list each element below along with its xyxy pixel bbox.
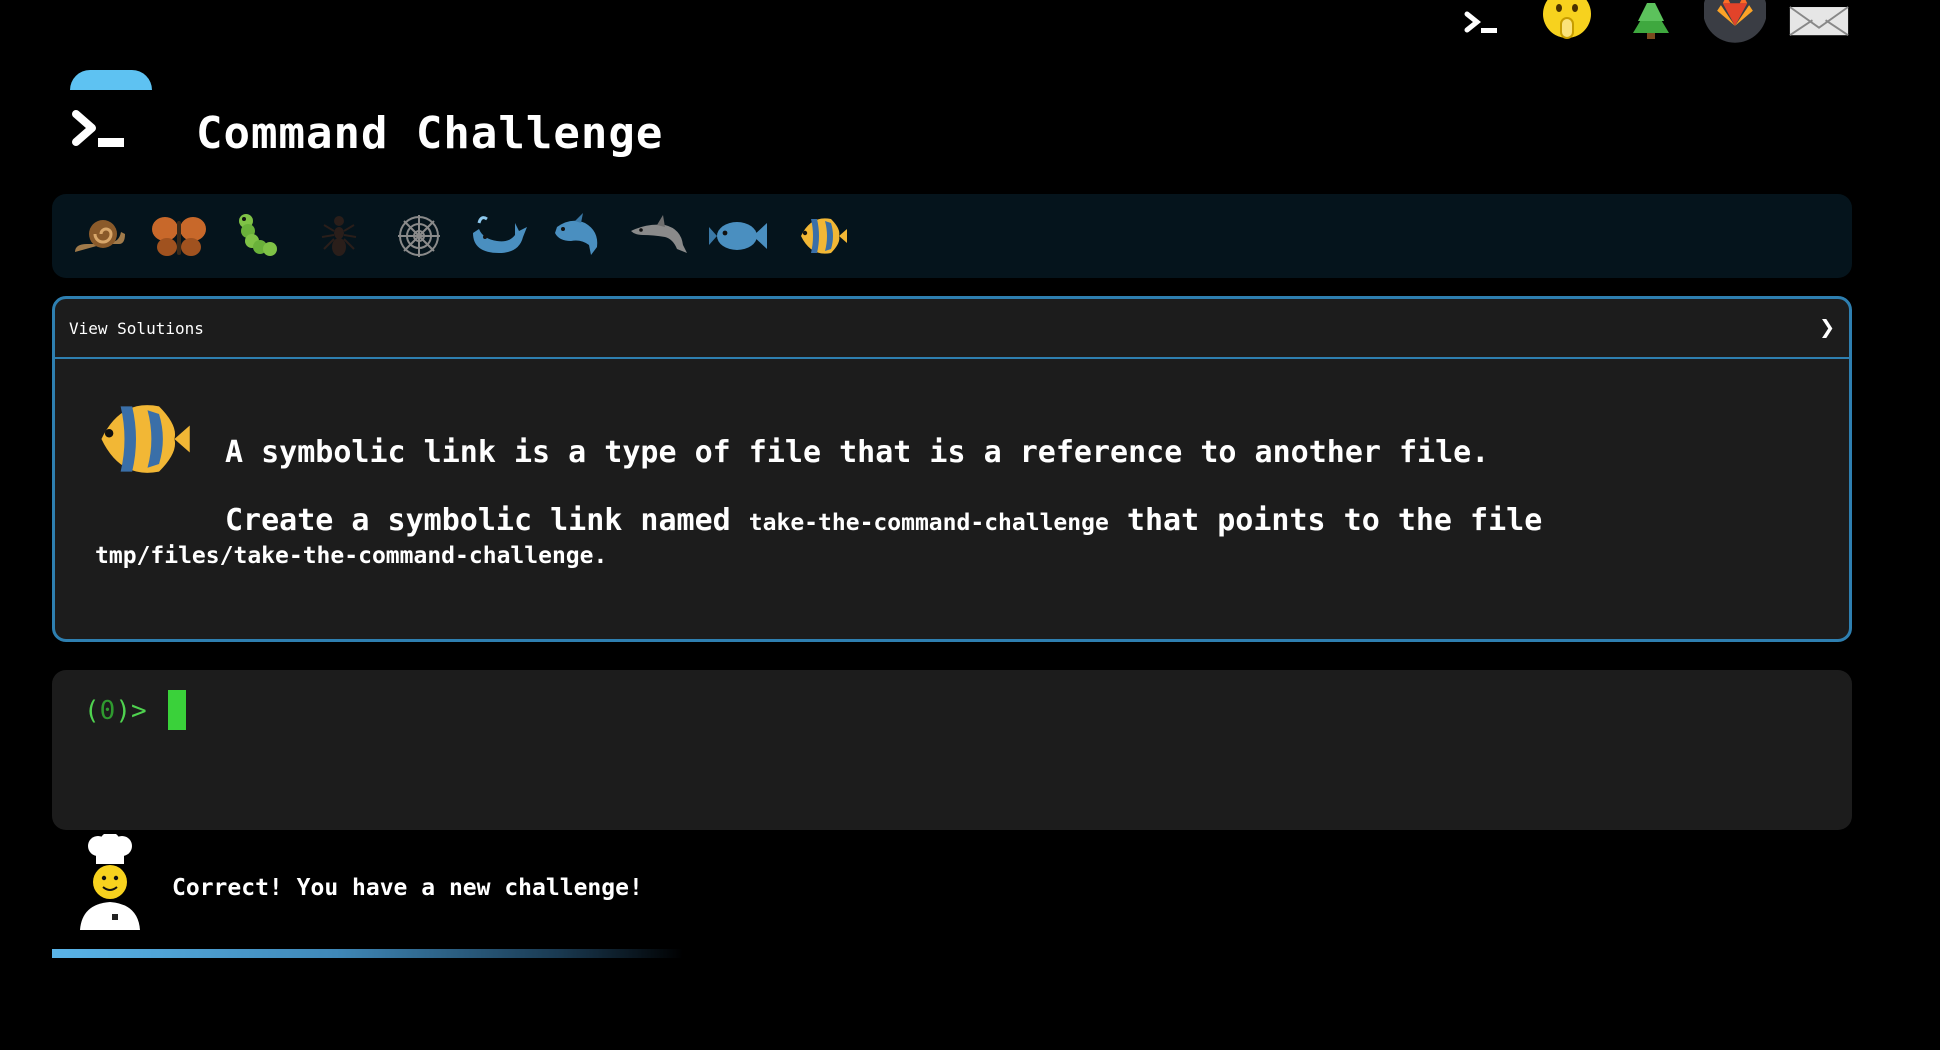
prompt-close: )>: [115, 696, 147, 726]
tree-icon[interactable]: [1620, 0, 1682, 46]
gitlab-fox-icon[interactable]: [1704, 0, 1766, 46]
challenge-task-text: Create a symbolic link named take-the-co…: [225, 503, 1542, 538]
progress-bar-fill: [52, 949, 684, 958]
dolphin-icon[interactable]: [626, 203, 692, 269]
whale-icon[interactable]: [466, 203, 532, 269]
prompt-open: (: [84, 696, 100, 726]
challenge-intro-text: A symbolic link is a type of file that i…: [225, 435, 1490, 470]
envelope-icon[interactable]: [1788, 0, 1850, 46]
command-challenge-logo[interactable]: [68, 70, 154, 166]
solutions-panel: View Solutions ❯ A symbolic link is a ty…: [52, 296, 1852, 642]
tropical-fish-icon: [101, 405, 190, 473]
prompt-logo-icon: [72, 110, 124, 147]
tropical-fish-icon[interactable]: [786, 203, 852, 269]
challenge-task-suffix: that points to the file: [1126, 503, 1543, 538]
site-header: Command Challenge: [68, 70, 663, 166]
target-path-code: tmp/files/take-the-command-challenge.: [95, 543, 608, 569]
view-solutions-label: View Solutions: [69, 318, 204, 338]
progress-bar: [52, 949, 1122, 958]
view-solutions-toggle[interactable]: View Solutions ❯: [55, 299, 1849, 359]
hand-over-mouth-face-icon[interactable]: [1536, 0, 1598, 46]
shark-icon[interactable]: [546, 203, 612, 269]
ant-icon[interactable]: [306, 203, 372, 269]
challenge-task-prefix: Create a symbolic link named: [225, 503, 731, 538]
top-icon-bar: [1452, 0, 1850, 46]
caterpillar-icon[interactable]: [226, 203, 292, 269]
logo-dome: [70, 70, 152, 90]
terminal-prompt: (0)>: [84, 696, 147, 726]
exit-code: 0: [99, 696, 116, 726]
chef-icon: [80, 834, 140, 930]
snail-icon[interactable]: [66, 203, 132, 269]
feedback-message: Correct! You have a new challenge!: [172, 875, 643, 901]
butterfly-icon[interactable]: [146, 203, 212, 269]
fish-icon[interactable]: [706, 203, 772, 269]
terminal-icon[interactable]: [1452, 0, 1514, 46]
terminal-cursor: [168, 690, 186, 730]
progress-emoji-bar: [52, 194, 1852, 278]
page-title: Command Challenge: [196, 107, 664, 159]
spider-web-icon[interactable]: [386, 203, 452, 269]
chevron-right-icon: ❯: [1819, 313, 1835, 343]
link-name-code: take-the-command-challenge: [748, 510, 1109, 536]
terminal-input[interactable]: (0)>: [52, 670, 1852, 830]
